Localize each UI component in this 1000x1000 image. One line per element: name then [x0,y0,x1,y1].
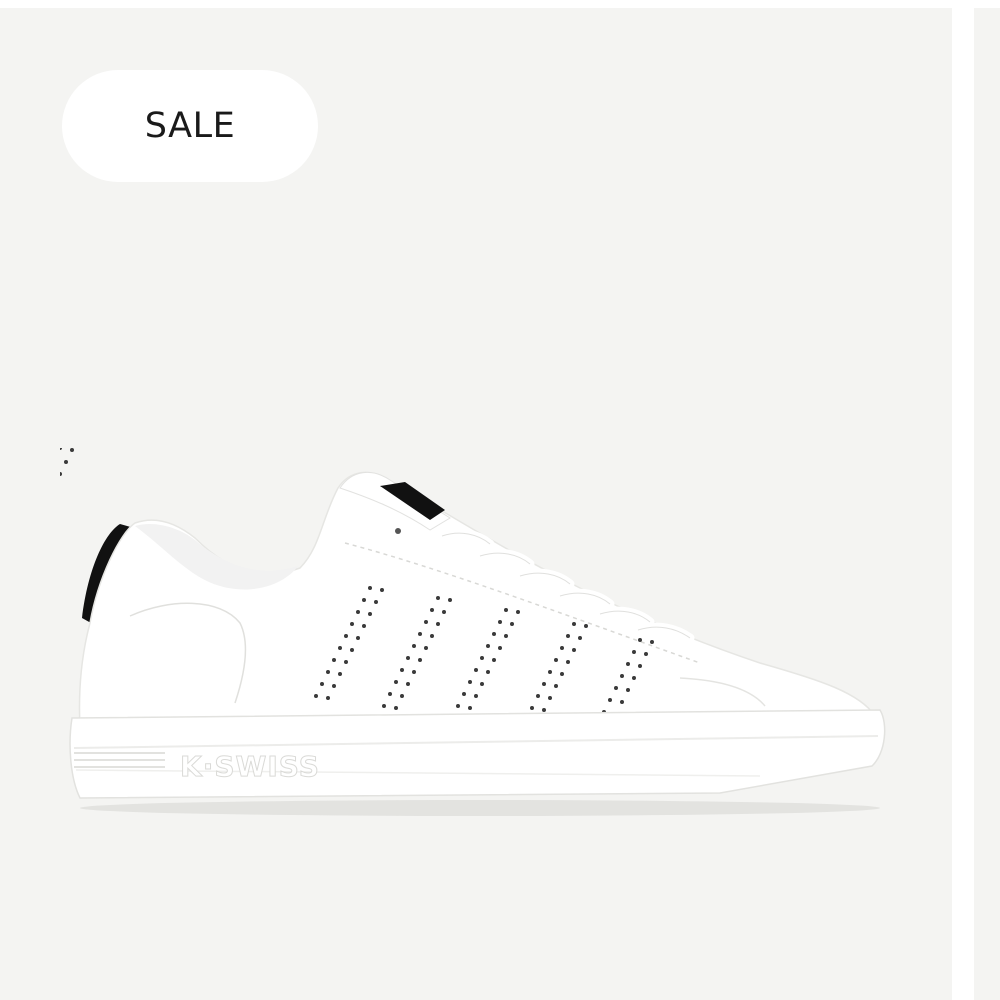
product-image[interactable]: K·SWISS [60,448,900,838]
next-product-card-edge[interactable] [974,8,1000,1000]
product-listing-page: SALE K·SWISS [0,0,1000,1000]
product-card[interactable]: SALE K·SWISS [0,8,952,1000]
sale-badge: SALE [62,70,318,182]
sale-badge-label: SALE [144,106,236,146]
sneaker-icon: K·SWISS [60,448,886,816]
brand-mark: K·SWISS [180,750,320,783]
